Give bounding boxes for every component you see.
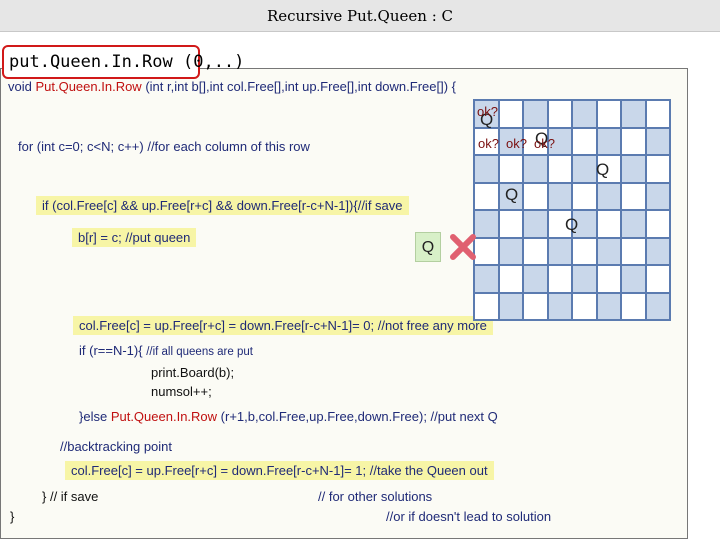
board-cell — [572, 265, 597, 293]
board-cell — [621, 265, 646, 293]
board-cell — [572, 127, 597, 155]
if-last-row-comment: //if all queens are put — [146, 346, 253, 358]
else-recursive-line: }else Put.Queen.In.Row (r+1,b,col.Free,u… — [79, 408, 498, 426]
board-cell — [523, 182, 548, 210]
reject-cross-icon — [450, 234, 476, 260]
board-cell — [474, 237, 499, 265]
backtrack-comment: //backtracking point — [60, 439, 173, 454]
if-check-line: if (col.Free[c] && up.Free[r+c] && down.… — [36, 196, 409, 215]
board-cell — [547, 237, 572, 265]
board-cell — [547, 265, 572, 293]
numsol-line: numsol++; — [151, 384, 212, 399]
take-out-line: col.Free[c] = up.Free[r+c] = down.Free[r… — [65, 461, 494, 480]
board-cell — [572, 237, 597, 265]
else-function-name: Put.Queen.In.Row — [110, 409, 218, 424]
board-cell — [547, 292, 572, 320]
board-cell — [498, 292, 523, 320]
recursive-call-label: put.Queen.In.Row (0,..) — [2, 45, 244, 79]
else-keyword: }else — [79, 409, 111, 424]
signature-function-name: Put.Queen.In.Row — [35, 79, 142, 94]
board-cell — [523, 292, 548, 320]
put-queen-text: b[r] = c; //put queen — [72, 228, 197, 247]
board-cell — [596, 237, 621, 265]
board-cell — [572, 100, 597, 128]
board-cell — [523, 237, 548, 265]
board-cell — [645, 210, 670, 238]
board-cell — [596, 182, 621, 210]
board-cell — [523, 210, 548, 238]
function-signature: void Put.Queen.In.Row (int r,int b[],int… — [8, 78, 456, 96]
ok-probe-row0: ok? — [477, 104, 498, 119]
board-cell — [523, 265, 548, 293]
board-cell — [498, 210, 523, 238]
board-cell — [572, 155, 597, 183]
close-function-brace: } — [10, 509, 15, 524]
board-cell — [621, 155, 646, 183]
chess-board — [473, 99, 671, 321]
board-cell — [645, 100, 670, 128]
print-board-line: print.Board(b); — [151, 365, 235, 380]
board-cell — [572, 182, 597, 210]
board-cell — [621, 292, 646, 320]
board-cell — [498, 100, 523, 128]
for-loop-line: for (int c=0; c<N; c++) //for each colum… — [18, 139, 310, 154]
board-cell — [498, 237, 523, 265]
other-solutions-comment: // for other solutions — [318, 489, 433, 504]
board-cell — [645, 155, 670, 183]
queen-row-4: Q — [565, 215, 579, 234]
board-cell — [547, 100, 572, 128]
if-last-row-line: if (r==N-1){ //if all queens are put — [79, 342, 253, 361]
board-cell — [621, 182, 646, 210]
moving-queen: Q — [415, 232, 441, 262]
queen-row-3: Q — [505, 185, 519, 204]
if-last-row-code: if (r==N-1){ — [79, 343, 143, 358]
board-cell — [596, 292, 621, 320]
board-cell — [498, 265, 523, 293]
slide-title: Recursive Put.Queen : C — [0, 0, 720, 32]
board-cell — [645, 182, 670, 210]
board-cell — [596, 210, 621, 238]
take-out-text: col.Free[c] = up.Free[r+c] = down.Free[r… — [65, 461, 494, 480]
board-cell — [596, 265, 621, 293]
board-cell — [474, 210, 499, 238]
board-cell — [645, 237, 670, 265]
close-if-line: } // if save — [42, 489, 99, 504]
board-cell — [474, 155, 499, 183]
board-cell — [523, 100, 548, 128]
board-cell — [645, 292, 670, 320]
board-cell — [547, 182, 572, 210]
board-cell — [596, 100, 621, 128]
board-cell — [645, 127, 670, 155]
board-cell — [596, 127, 621, 155]
signature-params: (int r,int b[],int col.Free[],int up.Fre… — [141, 79, 457, 94]
mark-taken-line: col.Free[c] = up.Free[r+c] = down.Free[r… — [73, 316, 493, 335]
board-cell — [621, 237, 646, 265]
board-cell — [474, 292, 499, 320]
queen-row-2: Q — [596, 160, 610, 179]
board-cell — [474, 182, 499, 210]
board-cell — [547, 155, 572, 183]
board-cell — [645, 265, 670, 293]
no-solution-comment: //or if doesn't lead to solution — [386, 509, 552, 524]
signature-void: void — [8, 79, 36, 94]
board-cell — [621, 100, 646, 128]
board-cell — [572, 292, 597, 320]
ok-probe-row1-a: ok? — [478, 136, 499, 151]
ok-probe-row1-b: ok? — [506, 136, 527, 151]
put-queen-line: b[r] = c; //put queen — [72, 228, 197, 247]
ok-probe-row1-c: ok? — [534, 136, 555, 151]
board-cell — [498, 155, 523, 183]
board-cell — [523, 155, 548, 183]
else-args: (r+1,b,col.Free,up.Free,down.Free); //pu… — [217, 409, 498, 424]
board-cell — [474, 265, 499, 293]
board-cell — [621, 127, 646, 155]
mark-taken-text: col.Free[c] = up.Free[r+c] = down.Free[r… — [73, 316, 493, 335]
board-cell — [621, 210, 646, 238]
if-check-text: if (col.Free[c] && up.Free[r+c] && down.… — [36, 196, 409, 215]
